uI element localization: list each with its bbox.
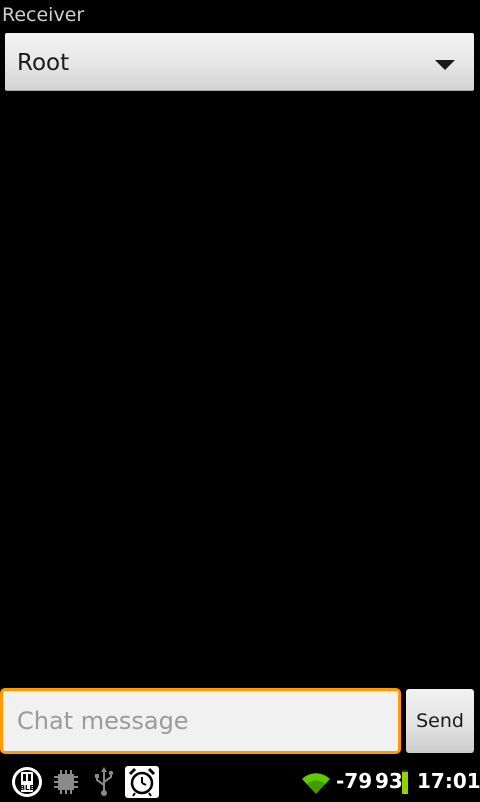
ble-app-icon: BLE [9,766,45,802]
signal-strength-text: -79 [336,769,373,793]
send-button[interactable]: Send [406,689,474,753]
message-list [0,96,480,684]
svg-text:BLE: BLE [20,784,35,792]
dropdown-arrow-icon [435,60,455,70]
alarm-clock-icon [125,766,159,802]
clock-time: 17:01 [417,769,480,793]
usb-icon [92,766,116,802]
chat-message-input[interactable] [0,688,401,754]
battery-icon [402,770,408,794]
battery-percent-text: 93 [375,769,403,793]
receiver-selected-value: Root [17,50,70,76]
wifi-icon [300,768,332,800]
receiver-label: Receiver [2,4,85,26]
status-bar: BLE -79 93 17:01 [0,762,480,800]
battery-level [402,771,408,794]
receiver-spinner[interactable]: Root [5,33,474,91]
chip-icon [53,766,79,802]
